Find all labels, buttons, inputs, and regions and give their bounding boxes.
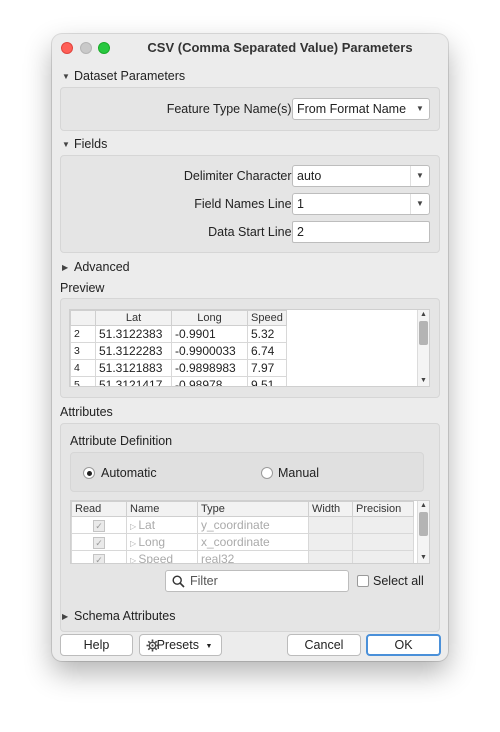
table-row[interactable]: 3 51.3122283 -0.9900033 6.74 bbox=[70, 342, 287, 360]
scroll-thumb[interactable] bbox=[419, 321, 428, 345]
table-row[interactable]: 5 51.3121417 -0.98978 9.51 bbox=[70, 376, 287, 386]
window-title: CSV (Comma Separated Value) Parameters bbox=[147, 40, 413, 55]
scroll-down-icon[interactable]: ▼ bbox=[418, 553, 429, 563]
filter-placeholder: Filter bbox=[190, 574, 218, 588]
column-header-type[interactable]: Type bbox=[197, 501, 309, 517]
chevron-down-icon[interactable]: ▼ bbox=[410, 194, 429, 214]
column-header-speed[interactable]: Speed bbox=[247, 310, 287, 326]
select-all-checkbox[interactable] bbox=[357, 575, 369, 587]
attributes-scrollbar[interactable]: ▲ ▼ bbox=[417, 501, 429, 563]
chevron-down-icon: ▼ bbox=[205, 643, 213, 650]
gear-icon bbox=[146, 639, 159, 652]
table-row[interactable]: ✓ ▷ Lat y_coordinate bbox=[71, 516, 414, 534]
automatic-radio[interactable] bbox=[83, 467, 95, 479]
scroll-down-icon[interactable]: ▼ bbox=[418, 376, 429, 386]
attributes-header: Attributes bbox=[60, 405, 113, 419]
preview-group: Lat Long Speed 2 51.3122383 -0.9901 5.32… bbox=[60, 298, 440, 398]
data-start-line-input[interactable]: 2 bbox=[292, 221, 430, 243]
title-bar: CSV (Comma Separated Value) Parameters bbox=[52, 34, 448, 62]
column-header[interactable] bbox=[70, 310, 96, 326]
attribute-definition-label: Attribute Definition bbox=[70, 434, 173, 448]
table-header-row: Lat Long Speed bbox=[70, 310, 287, 326]
ok-button[interactable]: OK bbox=[366, 634, 441, 656]
column-header-lat[interactable]: Lat bbox=[95, 310, 172, 326]
manual-radio[interactable] bbox=[261, 467, 273, 479]
table-row[interactable]: ✓ ▷ Speed real32 bbox=[71, 550, 414, 563]
scroll-thumb[interactable] bbox=[419, 512, 428, 536]
preview-table: Lat Long Speed 2 51.3122383 -0.9901 5.32… bbox=[70, 310, 287, 386]
csv-parameters-dialog: CSV (Comma Separated Value) Parameters ▼… bbox=[52, 34, 448, 661]
field-names-line-combo[interactable]: 1 ▼ bbox=[292, 193, 430, 215]
disclosure-collapsed-icon: ▶ bbox=[62, 612, 69, 621]
disclosure-expanded-icon: ▼ bbox=[62, 140, 70, 149]
feature-type-dropdown[interactable]: From Format Name ▼ bbox=[292, 98, 430, 120]
table-header-row: Read Name Type Width Precision bbox=[71, 501, 414, 517]
disclosure-collapsed-icon: ▶ bbox=[62, 263, 69, 272]
manual-label[interactable]: Manual bbox=[278, 466, 319, 480]
attributes-group: Attribute Definition Automatic Manual Re… bbox=[60, 423, 440, 632]
cancel-button[interactable]: Cancel bbox=[287, 634, 361, 656]
column-header-read[interactable]: Read bbox=[71, 501, 127, 517]
scroll-up-icon[interactable]: ▲ bbox=[418, 310, 429, 320]
table-row[interactable]: ✓ ▷ Long x_coordinate bbox=[71, 533, 414, 551]
search-icon bbox=[172, 575, 185, 588]
select-all-label[interactable]: Select all bbox=[373, 574, 424, 588]
preview-scrollbar[interactable]: ▲ ▼ bbox=[417, 310, 429, 386]
filter-input[interactable]: Filter bbox=[165, 570, 349, 592]
presets-button[interactable]: Presets ▼ bbox=[139, 634, 222, 656]
read-checkbox[interactable]: ✓ bbox=[93, 554, 105, 563]
column-header-width[interactable]: Width bbox=[308, 501, 353, 517]
data-start-line-label: Data Start Line: bbox=[208, 225, 295, 239]
field-names-line-label: Field Names Line: bbox=[194, 197, 295, 211]
dataset-parameters-group: Feature Type Name(s): From Format Name ▼ bbox=[60, 87, 440, 131]
automatic-label[interactable]: Automatic bbox=[101, 466, 157, 480]
table-row[interactable]: 4 51.3121883 -0.9898983 7.97 bbox=[70, 359, 287, 377]
table-row[interactable]: 2 51.3122383 -0.9901 5.32 bbox=[70, 325, 287, 343]
schema-attributes-header[interactable]: ▶ Schema Attributes bbox=[62, 609, 175, 623]
attributes-table-frame: Read Name Type Width Precision ✓ ▷ Lat y… bbox=[70, 500, 430, 564]
attribute-definition-box: Automatic Manual bbox=[70, 452, 424, 492]
chevron-down-icon: ▼ bbox=[416, 104, 424, 113]
advanced-header[interactable]: ▶ Advanced bbox=[62, 260, 130, 274]
scroll-up-icon[interactable]: ▲ bbox=[418, 501, 429, 511]
chevron-down-icon[interactable]: ▼ bbox=[410, 166, 429, 186]
help-button[interactable]: Help bbox=[60, 634, 133, 656]
zoom-window-button[interactable] bbox=[98, 42, 110, 54]
delimiter-label: Delimiter Character: bbox=[183, 169, 295, 183]
close-window-button[interactable] bbox=[61, 42, 73, 54]
fields-group: Delimiter Character: auto ▼ Field Names … bbox=[60, 155, 440, 253]
column-header-long[interactable]: Long bbox=[171, 310, 248, 326]
preview-table-frame: Lat Long Speed 2 51.3122383 -0.9901 5.32… bbox=[69, 309, 430, 387]
dataset-parameters-header[interactable]: ▼ Dataset Parameters bbox=[62, 69, 185, 83]
fields-header[interactable]: ▼ Fields bbox=[62, 137, 107, 151]
feature-type-label: Feature Type Name(s): bbox=[166, 102, 295, 116]
preview-header: Preview bbox=[60, 281, 105, 295]
minimize-window-button[interactable] bbox=[80, 42, 92, 54]
read-checkbox[interactable]: ✓ bbox=[93, 537, 105, 549]
read-checkbox[interactable]: ✓ bbox=[93, 520, 105, 532]
attributes-table: Read Name Type Width Precision ✓ ▷ Lat y… bbox=[71, 501, 414, 563]
column-header-name[interactable]: Name bbox=[126, 501, 198, 517]
column-header-precision[interactable]: Precision bbox=[352, 501, 414, 517]
disclosure-expanded-icon: ▼ bbox=[62, 72, 70, 81]
delimiter-combo[interactable]: auto ▼ bbox=[292, 165, 430, 187]
